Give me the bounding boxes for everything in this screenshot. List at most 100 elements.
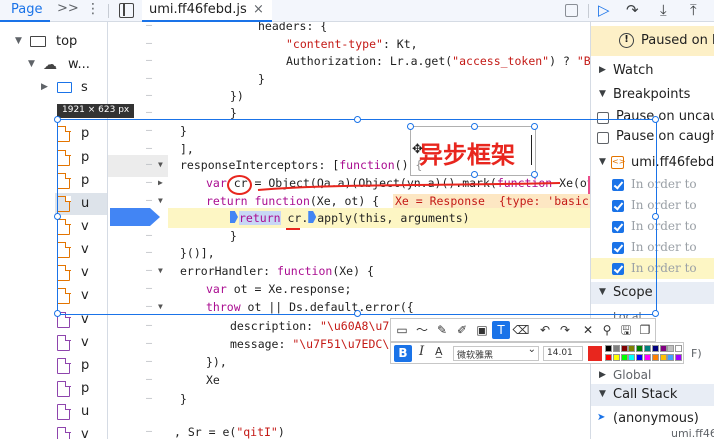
section-call-stack[interactable]: ▼ Call Stack xyxy=(591,384,714,406)
undo-icon[interactable]: ↶ xyxy=(536,321,554,339)
color-swatch[interactable] xyxy=(659,353,667,361)
tree-node-folder[interactable]: ▶ s xyxy=(0,78,108,98)
color-swatch[interactable] xyxy=(651,345,659,352)
eraser-tool-icon[interactable]: ⌫ xyxy=(512,321,530,339)
fold-arrow-icon[interactable]: ▼ xyxy=(158,266,163,275)
color-swatch[interactable] xyxy=(628,353,636,361)
toggle-navigator-icon[interactable] xyxy=(119,3,134,18)
breakpoint-line[interactable]: In order to xyxy=(631,219,697,233)
pen-tool-icon[interactable]: ✎ xyxy=(433,321,451,339)
code-editor[interactable]: – headers: { – "content-type": Kt, – Author… xyxy=(108,22,590,439)
breakpoint-line[interactable]: In order to xyxy=(631,177,697,191)
color-swatch[interactable] xyxy=(620,353,628,361)
breakpoint-file-group[interactable]: ▼ <> umi.ff46febd.js xyxy=(591,152,714,174)
rectangle-tool-icon[interactable]: ▭ xyxy=(393,321,411,339)
tree-file[interactable]: v xyxy=(55,216,107,238)
resize-handle[interactable] xyxy=(407,123,414,130)
section-breakpoints[interactable]: ▼ Breakpoints xyxy=(591,84,714,106)
breakpoint-checkbox[interactable] xyxy=(612,221,624,233)
breakpoint-checkbox[interactable] xyxy=(612,200,624,212)
tree-node-origin[interactable]: ▼ ☁ w... xyxy=(0,55,108,75)
color-swatch[interactable] xyxy=(644,345,651,352)
expand-arrow-icon[interactable]: ▼ xyxy=(15,36,22,46)
polyline-tool-icon[interactable]: 〜 xyxy=(413,321,431,339)
resize-handle[interactable] xyxy=(471,123,478,130)
color-swatch[interactable] xyxy=(605,353,612,361)
tree-node-top[interactable]: ▼ top xyxy=(0,32,108,52)
resize-handle[interactable] xyxy=(471,171,478,178)
color-swatch[interactable] xyxy=(675,353,683,361)
fold-arrow-icon[interactable]: ▼ xyxy=(158,196,163,205)
color-swatch[interactable] xyxy=(636,345,644,352)
tree-file[interactable]: v xyxy=(55,309,107,331)
more-tabs-icon[interactable]: >> xyxy=(57,1,79,16)
redo-icon[interactable]: ↷ xyxy=(556,321,574,339)
toggle-debugger-icon[interactable] xyxy=(565,4,578,17)
font-style-icon[interactable]: A̲ xyxy=(435,345,443,358)
mosaic-tool-icon[interactable]: ▣ xyxy=(473,321,491,339)
pause-caught-checkbox[interactable] xyxy=(597,132,609,144)
resize-handle[interactable] xyxy=(531,123,538,130)
cancel-icon[interactable]: ✕ xyxy=(579,321,597,339)
kebab-menu-icon[interactable]: ⋮ xyxy=(86,1,100,17)
color-swatch[interactable] xyxy=(636,353,644,361)
pin-icon[interactable]: ⚲ xyxy=(598,321,616,339)
breakpoint-line[interactable]: In order to xyxy=(631,261,697,275)
breakpoint-checkbox[interactable] xyxy=(612,242,624,254)
section-watch[interactable]: ▶ Watch xyxy=(591,60,714,82)
tree-file[interactable]: p xyxy=(55,147,107,169)
color-swatch[interactable] xyxy=(605,345,612,352)
color-swatch[interactable] xyxy=(659,345,667,352)
tab-page[interactable]: Page xyxy=(0,0,50,22)
color-swatch[interactable] xyxy=(620,345,628,352)
font-family-select[interactable]: 微软雅黑 xyxy=(453,344,539,361)
tree-file[interactable]: v xyxy=(55,262,107,284)
breakpoint-marker[interactable] xyxy=(110,208,160,226)
bold-button[interactable]: B xyxy=(394,345,412,362)
tree-file[interactable]: u xyxy=(55,401,107,423)
color-swatch[interactable] xyxy=(628,345,636,352)
tree-file[interactable]: v xyxy=(55,285,107,307)
close-tab-icon[interactable]: × xyxy=(253,2,264,17)
tree-file[interactable]: p xyxy=(55,355,107,377)
tree-file[interactable]: v xyxy=(55,239,107,261)
text-annotation-box[interactable]: 异步框架 xyxy=(407,123,538,178)
color-swatch[interactable] xyxy=(675,345,683,352)
inline-breakpoint-icon[interactable] xyxy=(308,211,317,223)
fold-arrow-icon[interactable]: ▶ xyxy=(158,178,163,187)
section-scope[interactable]: ▼ Scope xyxy=(591,282,714,304)
italic-button[interactable]: I xyxy=(419,344,424,359)
step-over-icon[interactable]: ↷ xyxy=(626,1,639,19)
color-swatch[interactable] xyxy=(644,353,651,361)
tree-file-selected[interactable]: u xyxy=(55,193,107,215)
color-swatch[interactable] xyxy=(612,345,620,352)
breakpoint-line[interactable]: In order to xyxy=(631,198,697,212)
save-icon[interactable]: 🖫 xyxy=(617,321,635,339)
step-out-icon[interactable]: ⤒ xyxy=(690,1,697,19)
fold-arrow-icon[interactable]: ▼ xyxy=(158,302,163,311)
breakpoint-checkbox[interactable] xyxy=(612,179,624,191)
color-swatch[interactable] xyxy=(612,353,620,361)
font-size-select[interactable]: 14.01 xyxy=(543,346,583,361)
step-into-icon[interactable]: ⤓ xyxy=(660,1,667,19)
breakpoint-line[interactable]: In order to xyxy=(631,240,697,254)
fold-arrow-icon[interactable]: ▼ xyxy=(158,160,163,169)
color-swatch[interactable] xyxy=(651,353,659,361)
tree-file[interactable]: v xyxy=(55,332,107,354)
collapse-arrow-icon[interactable]: ▶ xyxy=(41,82,48,92)
resume-icon[interactable]: ▷ xyxy=(598,1,610,19)
tree-file[interactable]: p xyxy=(55,123,107,145)
tree-file[interactable]: v xyxy=(55,424,107,439)
expand-arrow-icon[interactable]: ▼ xyxy=(28,59,35,69)
color-swatch[interactable] xyxy=(667,345,675,352)
pause-uncaught-checkbox[interactable] xyxy=(597,112,609,124)
tree-file[interactable]: p xyxy=(55,378,107,400)
breakpoint-checkbox[interactable] xyxy=(612,263,624,275)
color-swatch[interactable] xyxy=(667,353,675,361)
copy-icon[interactable]: ❐ xyxy=(636,321,654,339)
marker-tool-icon[interactable]: ✐ xyxy=(453,321,471,339)
resize-handle[interactable] xyxy=(531,171,538,178)
text-tool-icon[interactable]: T xyxy=(492,321,510,339)
tree-file[interactable]: p xyxy=(55,170,107,192)
current-color-swatch[interactable] xyxy=(588,346,602,361)
